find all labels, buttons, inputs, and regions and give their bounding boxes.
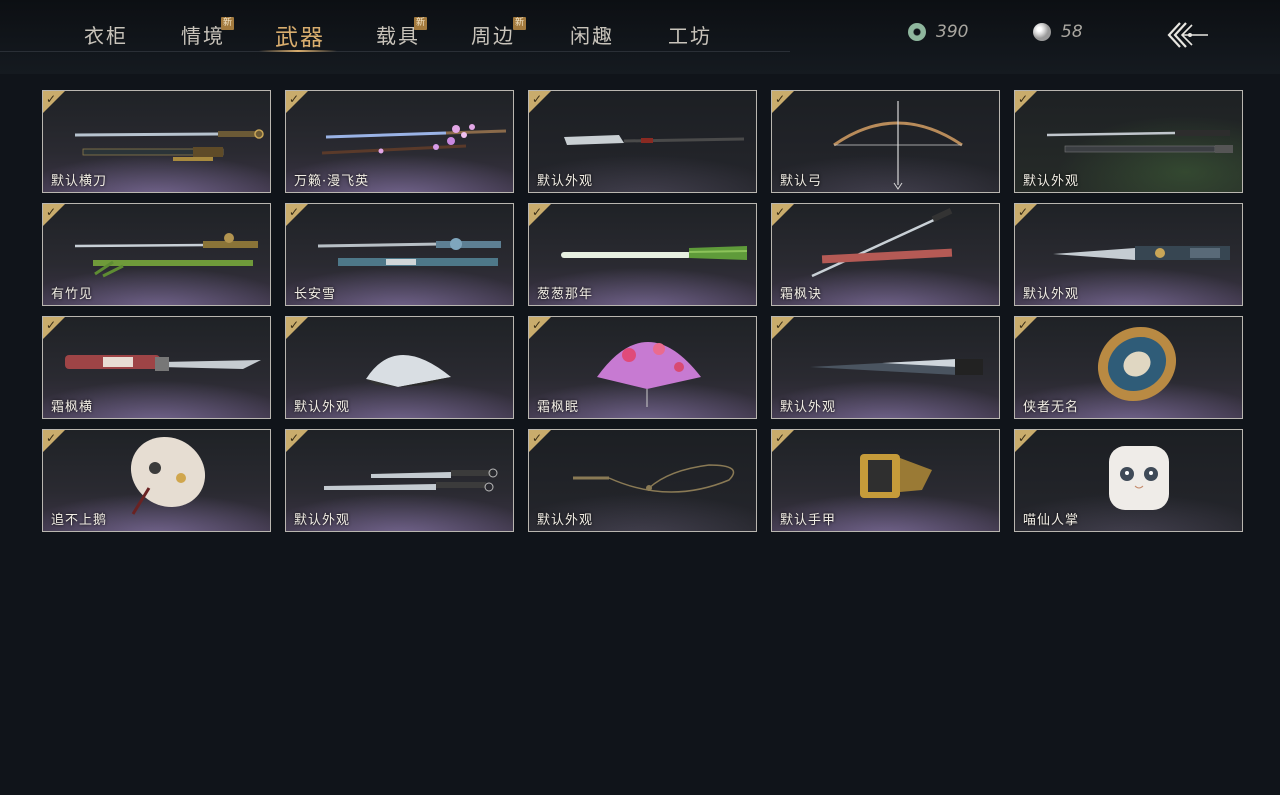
item-name: 喵仙人掌 xyxy=(1023,513,1080,528)
weapon-card[interactable]: ✓ 默认手甲 xyxy=(771,429,1000,532)
item-name: 默认横刀 xyxy=(51,174,108,189)
item-name: 默认弓 xyxy=(780,174,823,189)
weapon-card[interactable]: ✓ 默认外观 xyxy=(285,316,514,419)
check-icon: ✓ xyxy=(289,318,300,332)
weapon-card[interactable]: ✓ 长安雪 xyxy=(285,203,514,306)
item-name: 有竹见 xyxy=(51,287,94,302)
item-name: 霜枫横 xyxy=(51,400,94,415)
new-badge: 新 xyxy=(513,17,526,30)
item-name: 追不上鹅 xyxy=(51,513,108,528)
new-badge: 新 xyxy=(414,17,427,30)
check-icon: ✓ xyxy=(775,431,786,445)
check-icon: ✓ xyxy=(289,205,300,219)
active-tab-underline xyxy=(259,50,337,52)
item-name: 万籁·漫飞英 xyxy=(294,174,370,189)
item-name: 默认外观 xyxy=(537,513,594,528)
jade-currency: 390 xyxy=(908,22,968,42)
check-icon: ✓ xyxy=(1018,431,1029,445)
weapon-grid: ✓ 默认横刀 ✓ 万籁·漫飞英 ✓ 默认外观 ✓ 默认弓 ✓ 默认外观 ✓ 有竹… xyxy=(42,90,1243,532)
weapon-card[interactable]: ✓ 默认外观 xyxy=(285,429,514,532)
tab-scene[interactable]: 情境新 xyxy=(181,17,234,49)
weapon-card[interactable]: ✓ 追不上鹅 xyxy=(42,429,271,532)
check-icon: ✓ xyxy=(532,431,543,445)
item-name: 默认手甲 xyxy=(780,513,837,528)
check-icon: ✓ xyxy=(289,431,300,445)
new-badge: 新 xyxy=(221,17,234,30)
weapon-card[interactable]: ✓ 默认横刀 xyxy=(42,90,271,193)
category-tabs: 衣柜 情境新 武器 载具新 周边新 闲趣 工坊 xyxy=(0,0,790,52)
item-name: 霜枫眠 xyxy=(537,400,580,415)
item-name: 侠者无名 xyxy=(1023,400,1080,415)
top-bar: 衣柜 情境新 武器 载具新 周边新 闲趣 工坊 390 58 xyxy=(0,0,1280,74)
check-icon: ✓ xyxy=(775,318,786,332)
item-name: 葱葱那年 xyxy=(537,287,594,302)
weapon-card[interactable]: ✓ 默认外观 xyxy=(528,429,757,532)
tab-workshop[interactable]: 工坊 xyxy=(668,20,712,49)
check-icon: ✓ xyxy=(532,92,543,106)
check-icon: ✓ xyxy=(1018,318,1029,332)
check-icon: ✓ xyxy=(289,92,300,106)
check-icon: ✓ xyxy=(532,205,543,219)
weapon-card[interactable]: ✓ 霜枫诀 xyxy=(771,203,1000,306)
weapon-card[interactable]: ✓ 喵仙人掌 xyxy=(1014,429,1243,532)
item-name: 默认外观 xyxy=(1023,174,1080,189)
weapon-card[interactable]: ✓ 默认外观 xyxy=(1014,203,1243,306)
check-icon: ✓ xyxy=(46,431,57,445)
check-icon: ✓ xyxy=(775,92,786,106)
weapon-card[interactable]: ✓ 霜枫横 xyxy=(42,316,271,419)
pearl-amount: 58 xyxy=(1061,22,1083,42)
weapon-card[interactable]: ✓ 默认外观 xyxy=(771,316,1000,419)
item-name: 默认外观 xyxy=(780,400,837,415)
check-icon: ✓ xyxy=(775,205,786,219)
tab-weapons[interactable]: 武器 xyxy=(275,18,325,52)
pearl-currency: 58 xyxy=(1033,22,1083,42)
item-name: 默认外观 xyxy=(1023,287,1080,302)
item-name: 默认外观 xyxy=(294,513,351,528)
weapon-card[interactable]: ✓ 侠者无名 xyxy=(1014,316,1243,419)
item-name: 长安雪 xyxy=(294,287,337,302)
tab-leisure[interactable]: 闲趣 xyxy=(570,20,614,49)
weapon-card[interactable]: ✓ 霜枫眠 xyxy=(528,316,757,419)
pearl-icon xyxy=(1033,23,1051,41)
weapon-card[interactable]: ✓ 默认外观 xyxy=(528,90,757,193)
weapon-card[interactable]: ✓ 葱葱那年 xyxy=(528,203,757,306)
check-icon: ✓ xyxy=(1018,92,1029,106)
jade-amount: 390 xyxy=(936,22,969,42)
check-icon: ✓ xyxy=(1018,205,1029,219)
weapon-card[interactable]: ✓ 万籁·漫飞英 xyxy=(285,90,514,193)
back-button[interactable] xyxy=(1166,18,1210,52)
tab-accessories[interactable]: 周边新 xyxy=(471,17,526,49)
tab-wardrobe[interactable]: 衣柜 xyxy=(84,20,128,49)
item-name: 默认外观 xyxy=(294,400,351,415)
jade-coin-icon xyxy=(908,23,926,41)
tab-vehicles[interactable]: 载具新 xyxy=(376,17,427,49)
item-name: 霜枫诀 xyxy=(780,287,823,302)
check-icon: ✓ xyxy=(46,318,57,332)
back-arrow-icon xyxy=(1167,22,1208,48)
weapon-card[interactable]: ✓ 默认外观 xyxy=(1014,90,1243,193)
check-icon: ✓ xyxy=(532,318,543,332)
check-icon: ✓ xyxy=(46,205,57,219)
item-name: 默认外观 xyxy=(537,174,594,189)
weapon-card[interactable]: ✓ 默认弓 xyxy=(771,90,1000,193)
check-icon: ✓ xyxy=(46,92,57,106)
weapon-card[interactable]: ✓ 有竹见 xyxy=(42,203,271,306)
